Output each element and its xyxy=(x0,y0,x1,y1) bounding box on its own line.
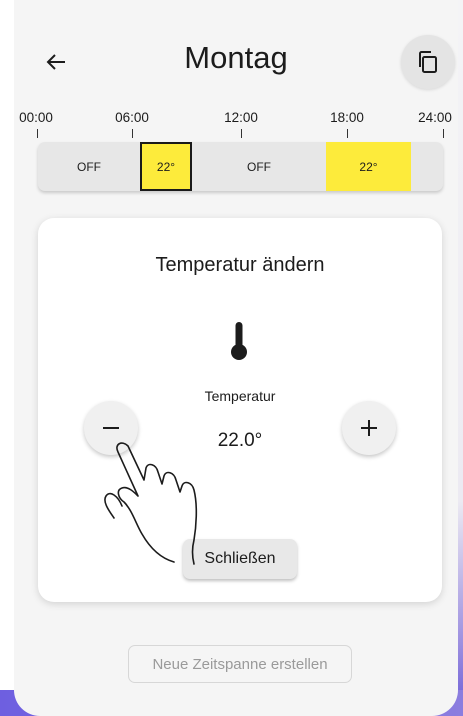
temperature-dialog: Temperatur ändern Temperatur 22.0° Schli… xyxy=(38,218,442,602)
new-timespan-label: Neue Zeitspanne erstellen xyxy=(152,655,328,673)
new-timespan-button[interactable]: Neue Zeitspanne erstellen xyxy=(128,645,352,683)
schedule-segment-selected[interactable]: 22° xyxy=(140,142,192,191)
app-screen: Montag 00:00 06:00 12:00 18:00 24:00 OFF… xyxy=(14,0,458,716)
tick-mark xyxy=(347,129,348,138)
segment-label: OFF xyxy=(247,159,271,174)
page-title: Montag xyxy=(184,40,288,75)
tick-label: 00:00 xyxy=(19,110,53,125)
schedule-segment-off[interactable]: OFF xyxy=(192,142,326,191)
minus-icon xyxy=(103,427,119,429)
thermometer-icon xyxy=(231,322,247,360)
tick-mark xyxy=(132,129,133,138)
increase-temperature-button[interactable] xyxy=(342,401,396,455)
segment-label: OFF xyxy=(77,159,101,174)
tick-mark xyxy=(241,129,242,138)
segment-label: 22° xyxy=(359,159,378,174)
schedule-segment-off[interactable]: OFF xyxy=(38,142,140,191)
tick-mark xyxy=(443,129,444,138)
tick-label: 12:00 xyxy=(224,110,258,125)
dialog-title: Temperatur ändern xyxy=(155,254,325,276)
tick-mark xyxy=(37,129,38,138)
tick-label: 06:00 xyxy=(115,110,149,125)
close-button-label: Schließen xyxy=(204,550,276,567)
copy-button[interactable] xyxy=(401,35,455,89)
tick-label: 24:00 xyxy=(418,110,452,125)
temperature-label: Temperatur xyxy=(204,388,276,404)
schedule-bar: OFF 22° OFF 22° xyxy=(38,142,443,191)
tick-label: 18:00 xyxy=(330,110,364,125)
copy-icon xyxy=(419,51,437,73)
plus-icon xyxy=(361,420,377,436)
hand-pointer-icon xyxy=(104,442,198,565)
schedule-segment-heat[interactable]: 22° xyxy=(326,142,411,191)
time-axis: 00:00 06:00 12:00 18:00 24:00 xyxy=(14,110,458,140)
segment-label: 22° xyxy=(156,159,176,174)
